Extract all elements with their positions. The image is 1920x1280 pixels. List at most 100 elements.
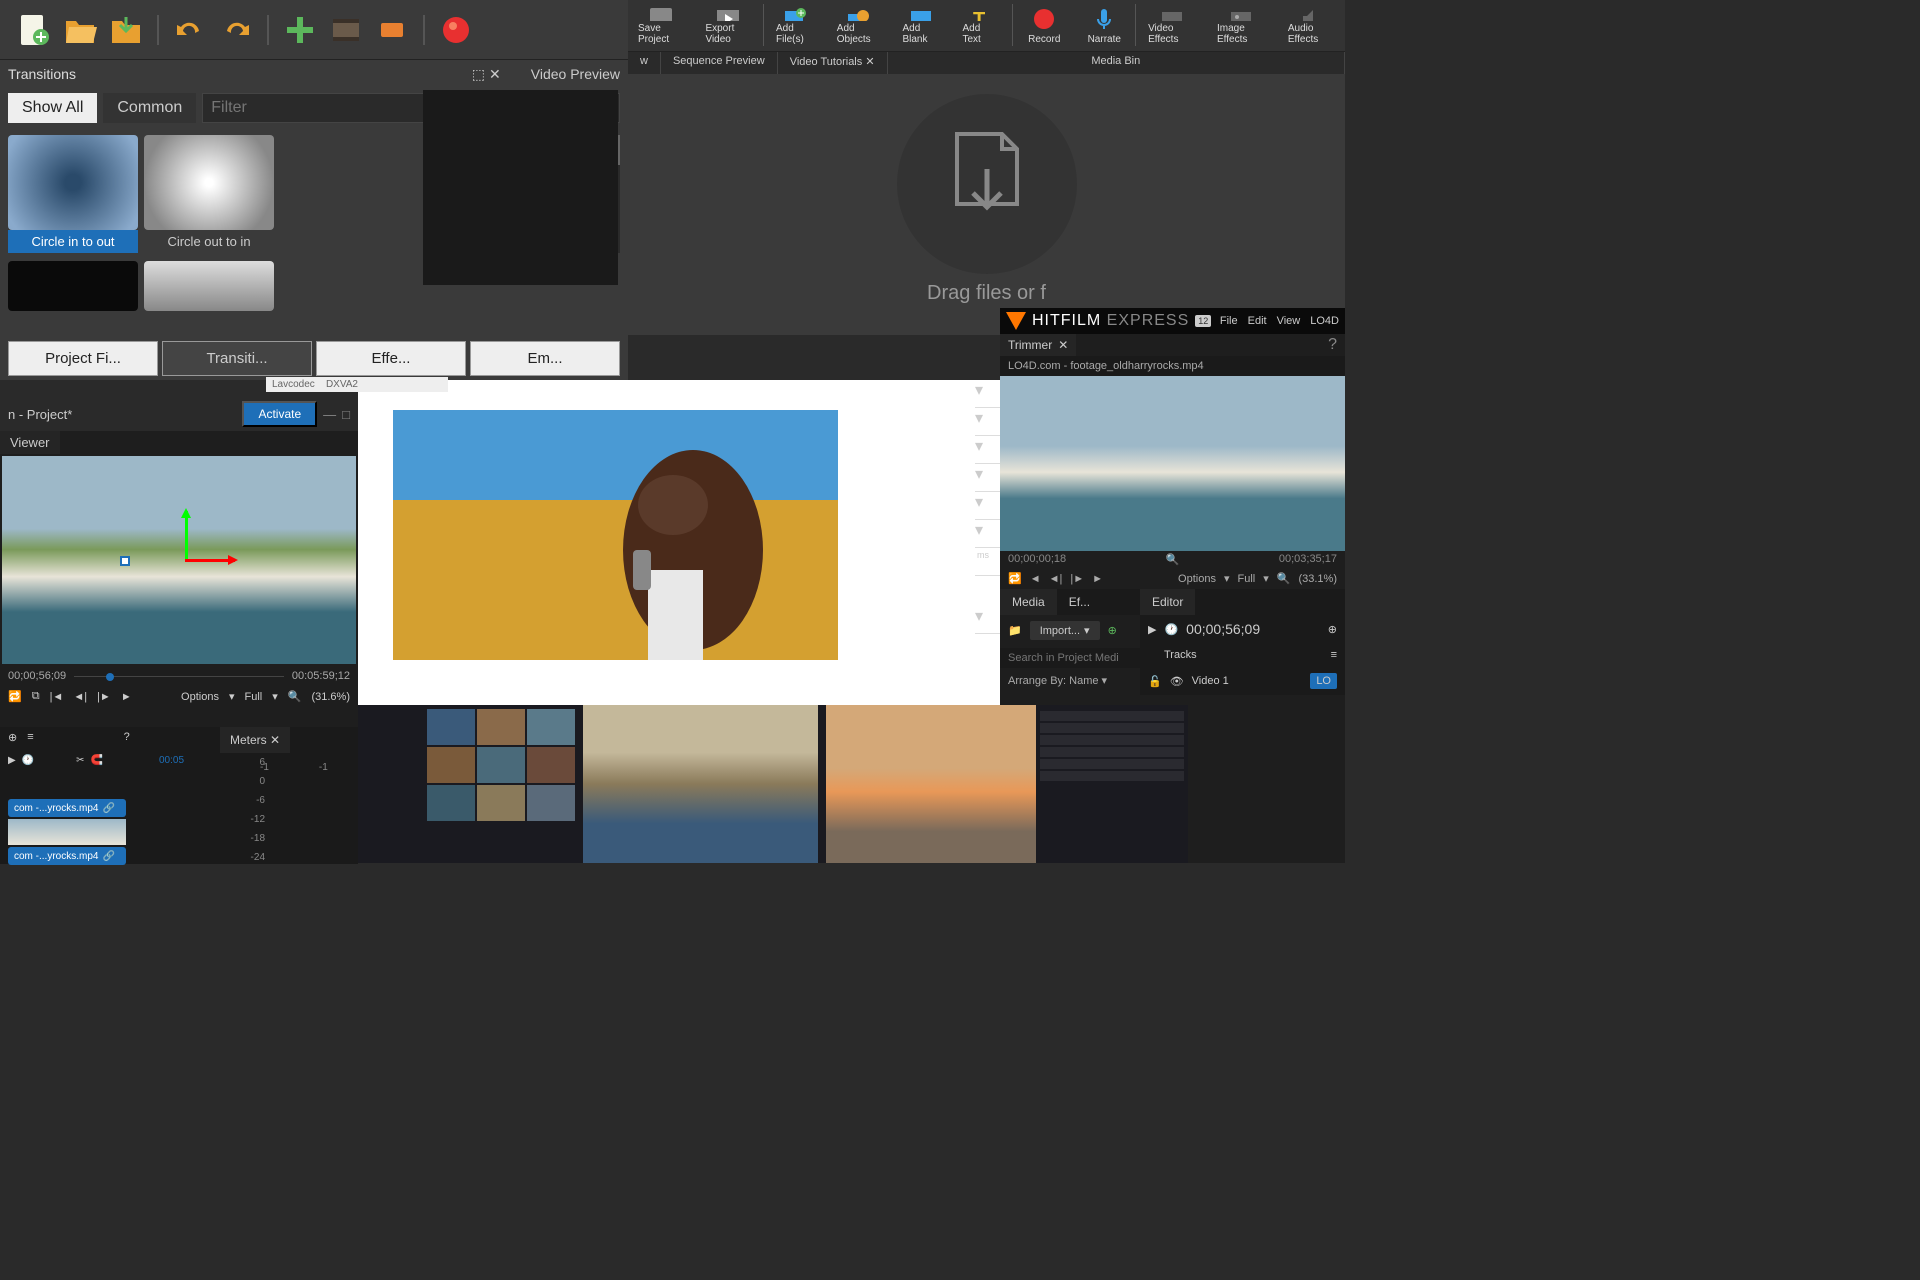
new-file-icon[interactable] [15, 11, 53, 49]
loop-icon[interactable]: 🔁 [8, 690, 22, 703]
tab-sequence-preview[interactable]: Sequence Preview [661, 52, 778, 74]
image-effects-button[interactable]: Image Effects [1207, 4, 1276, 47]
add-icon[interactable] [281, 11, 319, 49]
menu-view[interactable]: View [1277, 315, 1301, 327]
export-video-button[interactable]: Export Video [695, 4, 761, 47]
bin-thumb[interactable] [427, 785, 475, 821]
step-back-icon[interactable]: ◄| [73, 691, 87, 703]
audio-effects-button[interactable]: Audio Effects [1278, 4, 1345, 47]
bin-thumb[interactable] [477, 785, 525, 821]
viewer-tab[interactable]: Viewer [0, 431, 60, 454]
common-button[interactable]: Common [103, 93, 196, 123]
lock-icon[interactable]: 🔓 [1148, 675, 1162, 688]
handle[interactable]: ▾ [975, 464, 1000, 492]
zoom-icon[interactable]: 🔍 [288, 690, 302, 703]
add-icon[interactable]: ⊕ [8, 731, 17, 744]
transition-item[interactable] [144, 261, 274, 311]
prop-row[interactable] [1040, 747, 1184, 757]
gizmo-y-axis[interactable] [185, 511, 188, 561]
dropzone[interactable]: Drag files or f [628, 74, 1345, 324]
tab-project-files[interactable]: Project Fi... [8, 341, 158, 376]
tab-media[interactable]: Media [1000, 589, 1057, 615]
minimize-icon[interactable]: — [323, 407, 336, 422]
tab-effects[interactable]: Effe... [316, 341, 466, 376]
close-icon[interactable]: ✕ [1058, 338, 1068, 352]
step-fwd-icon[interactable]: |► [97, 691, 111, 703]
options-button[interactable]: Options [181, 691, 219, 703]
prop-row[interactable] [1040, 723, 1184, 733]
options-button[interactable]: Options [1178, 573, 1216, 585]
close-icon[interactable]: ✕ [270, 733, 280, 747]
filmstrip-icon[interactable] [327, 11, 365, 49]
tab-transitions[interactable]: Transiti... [162, 341, 312, 376]
bin-thumb[interactable] [477, 747, 525, 783]
dup-icon[interactable]: ⧉ [32, 690, 40, 703]
close-icon[interactable]: ✕ [489, 66, 501, 83]
arrange-by[interactable]: Arrange By: Name ▾ [1000, 670, 1140, 691]
activate-button[interactable]: Activate [242, 401, 317, 427]
tab-w[interactable]: w [628, 52, 661, 74]
tab-media-bin[interactable]: Media Bin [888, 52, 1345, 74]
undo-icon[interactable] [171, 11, 209, 49]
save-project-button[interactable]: Save Project [628, 4, 693, 47]
transition-item[interactable] [8, 261, 138, 311]
add-text-button[interactable]: TAdd Text [952, 4, 1010, 47]
add-track-icon[interactable]: ⊕ [1328, 623, 1337, 636]
zoom-icon[interactable]: 🔍 [1277, 572, 1291, 585]
save-icon[interactable] [107, 11, 145, 49]
show-all-button[interactable]: Show All [8, 93, 97, 123]
maximize-icon[interactable]: □ [342, 407, 350, 422]
add-files-button[interactable]: Add File(s) [766, 4, 825, 47]
meters-tab[interactable]: Meters ✕ [220, 727, 290, 753]
prev-icon[interactable]: ◄ [1030, 573, 1041, 585]
play-icon[interactable]: ► [121, 691, 132, 703]
video-clip[interactable]: com -...yrocks.mp4 🔗 [8, 847, 126, 865]
cursor-icon[interactable]: ▶ [1148, 623, 1156, 636]
clock-icon[interactable]: 🕐 [22, 755, 34, 766]
prop-row[interactable] [1040, 771, 1184, 781]
record-button[interactable]: Record [1015, 4, 1073, 47]
folder-icon[interactable]: 📁 [1008, 624, 1022, 637]
handle[interactable]: ▾ [975, 408, 1000, 436]
bin-thumb[interactable] [527, 709, 575, 745]
handle[interactable]: ▾ [975, 520, 1000, 548]
bin-thumb[interactable] [527, 747, 575, 783]
viewer-canvas[interactable] [2, 456, 356, 664]
help-icon[interactable]: ? [124, 731, 130, 744]
cursor-icon[interactable]: ▶ [8, 755, 16, 766]
search-input[interactable] [1000, 648, 1140, 668]
tab-emojis[interactable]: Em... [470, 341, 620, 376]
search-icon[interactable]: 🔍 [1166, 553, 1180, 566]
narrate-button[interactable]: Narrate [1075, 4, 1133, 47]
gizmo-x-axis[interactable] [185, 559, 235, 562]
clip-icon[interactable] [373, 11, 411, 49]
prev-icon[interactable]: |◄ [50, 691, 64, 703]
menu-file[interactable]: File [1220, 315, 1238, 327]
step-back-icon[interactable]: ◄| [1049, 573, 1063, 585]
prop-row[interactable] [1040, 735, 1184, 745]
open-folder-icon[interactable] [61, 11, 99, 49]
bin-thumb[interactable] [427, 747, 475, 783]
menu-icon[interactable]: ≡ [27, 731, 33, 744]
tab-editor[interactable]: Editor [1140, 589, 1195, 615]
full-button[interactable]: Full [245, 691, 263, 703]
tab-effects[interactable]: Ef... [1057, 589, 1102, 615]
play-icon[interactable]: ► [1092, 573, 1103, 585]
video-effects-button[interactable]: Video Effects [1138, 4, 1205, 47]
bin-thumb[interactable] [477, 709, 525, 745]
handle[interactable]: ▾ [975, 492, 1000, 520]
handle[interactable]: ▾ [975, 436, 1000, 464]
trimmer-tab[interactable]: Trimmer ✕ [1000, 334, 1076, 356]
handle[interactable]: ▾ [975, 606, 1000, 634]
transition-item[interactable]: Circle in to out [8, 135, 138, 253]
tab-video-tutorials[interactable]: Video Tutorials ✕ [778, 52, 888, 74]
redo-icon[interactable] [217, 11, 255, 49]
video-track-1[interactable]: 🔓 👁 Video 1 LO [1140, 667, 1345, 695]
razor-icon[interactable]: ✂ [76, 755, 84, 766]
step-fwd-icon[interactable]: |► [1070, 573, 1084, 585]
add-objects-button[interactable]: Add Objects [827, 4, 891, 47]
transition-item[interactable]: Circle out to in [144, 135, 274, 253]
handle[interactable]: ▾ [975, 380, 1000, 408]
help-icon[interactable]: ? [1328, 336, 1337, 354]
clip-thumbnail[interactable] [8, 819, 126, 845]
